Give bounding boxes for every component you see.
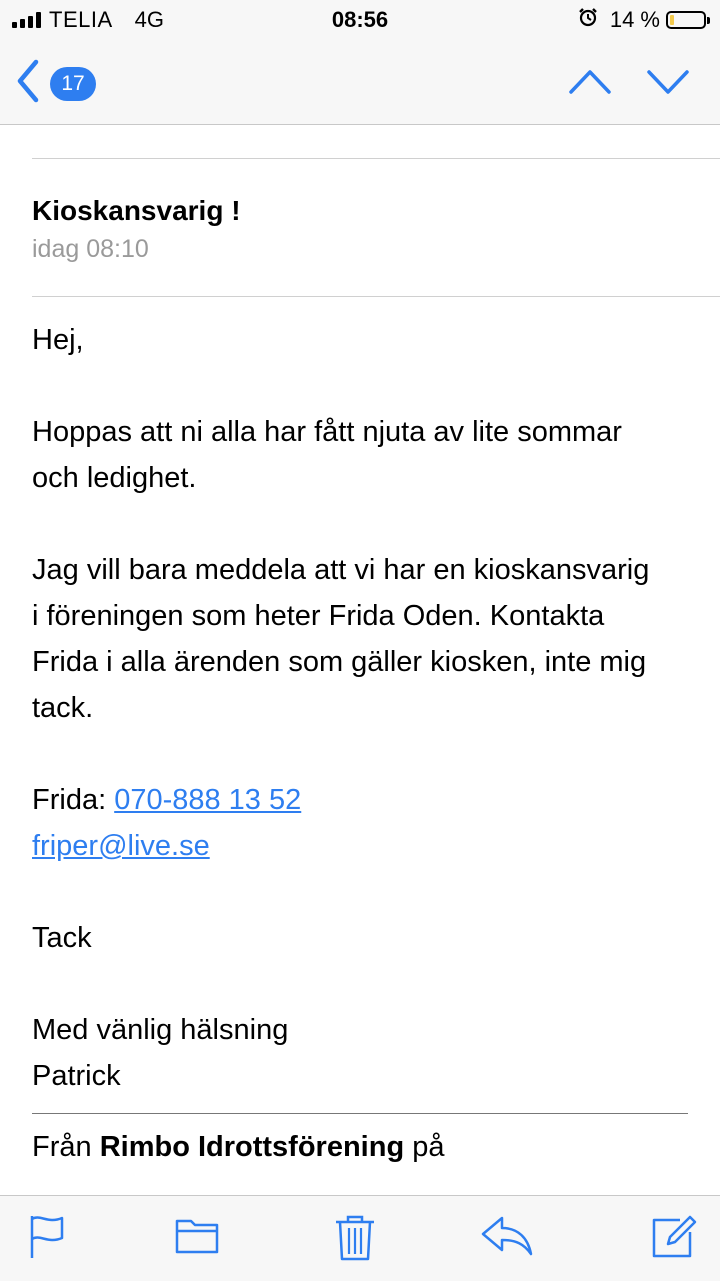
divider [32, 158, 720, 159]
battery-fill [670, 15, 674, 25]
message-subject: Kioskansvarig ! [32, 195, 241, 226]
reply-button[interactable] [480, 1214, 534, 1263]
folder-icon [174, 1219, 220, 1260]
body-paragraph: Jag vill bara meddela att vi har en kios… [32, 554, 650, 724]
trash-icon [334, 1215, 376, 1266]
contact-label: Frida: [32, 784, 115, 816]
closing-text: Med vänlig hälsning [32, 1014, 289, 1046]
compose-button[interactable] [650, 1214, 698, 1265]
message-body: Hej, Hoppas att ni alla har fått njuta a… [32, 317, 692, 1170]
flag-button[interactable] [28, 1214, 66, 1265]
move-to-folder-button[interactable] [174, 1214, 220, 1261]
previous-message-button[interactable] [568, 62, 612, 107]
nav-bar: 17 [0, 40, 720, 125]
battery-percent: 14 % [609, 7, 660, 32]
status-right: 14 % [578, 7, 710, 33]
footer-text: Från Rimbo Idrottsförening på [32, 1124, 692, 1170]
contact-line: Frida: 070-888 13 52 [32, 777, 692, 823]
delete-button[interactable] [334, 1214, 376, 1267]
status-bar: TELIA 4G 08:56 14 % [0, 0, 720, 40]
compose-icon [650, 1215, 698, 1264]
phone-link[interactable]: 070-888 13 52 [114, 784, 301, 816]
chevron-up-icon [568, 70, 612, 106]
chevron-down-icon [646, 70, 690, 106]
unread-count-badge: 17 [50, 66, 96, 101]
message-view[interactable]: Kioskansvarig ! idag 08:10 Hej, Hoppas a… [0, 125, 720, 1195]
alarm-icon [578, 7, 598, 33]
reply-icon [480, 1216, 534, 1262]
email-line: friper@live.se [32, 823, 692, 869]
battery-icon [666, 11, 710, 29]
footer-suffix: på [404, 1131, 445, 1163]
flag-icon [28, 1216, 66, 1264]
signature-divider [32, 1113, 688, 1114]
signature-name: Patrick [32, 1060, 121, 1092]
footer-prefix: Från [32, 1131, 100, 1163]
thanks-text: Tack [32, 922, 92, 954]
next-message-button[interactable] [646, 62, 690, 107]
bottom-toolbar [0, 1195, 720, 1281]
back-button[interactable]: 17 [14, 58, 96, 109]
email-link[interactable]: friper@live.se [32, 830, 210, 862]
divider [32, 296, 720, 297]
message-date: idag 08:10 [32, 235, 149, 263]
greeting-text: Hej, [32, 324, 84, 356]
body-paragraph: Hoppas att ni alla har fått njuta av lit… [32, 416, 622, 494]
chevron-left-icon [14, 58, 42, 109]
footer-org: Rimbo Idrottsförening [99, 1131, 405, 1163]
